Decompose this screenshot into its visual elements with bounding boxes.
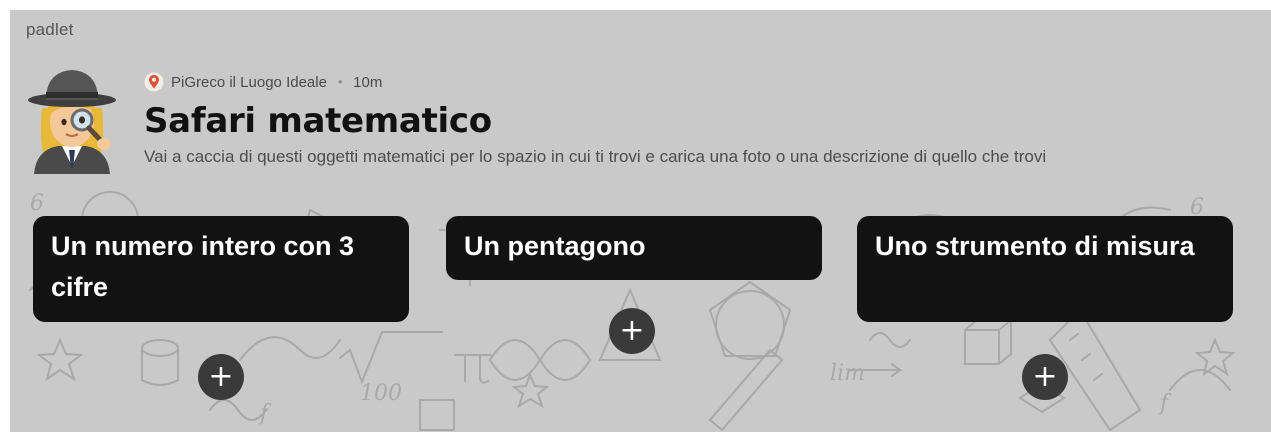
column-header-integer[interactable]: Un numero intero con 3 cifre	[33, 216, 409, 322]
location-pin-icon	[144, 72, 164, 92]
author-name[interactable]: PiGreco il Luogo Ideale	[171, 74, 327, 91]
column-header-measuring-tool[interactable]: Uno strumento di misura	[857, 216, 1233, 322]
board-wall: lim f f 6 6 100 Un numero intero con 3 c…	[10, 190, 1271, 432]
column-header-pentagon[interactable]: Un pentagono	[446, 216, 822, 280]
page-description: Vai a caccia di questi oggetti matematic…	[144, 147, 1047, 166]
svg-text:6: 6	[30, 191, 44, 216]
add-post-button-column-2[interactable]: +	[609, 308, 655, 354]
plus-icon: +	[619, 313, 645, 348]
add-post-button-column-3[interactable]: +	[1022, 354, 1068, 400]
padlet-board: padlet PiGreco il Luogo Ideale • 10m Saf…	[10, 10, 1271, 432]
svg-text:100: 100	[360, 381, 402, 406]
meta-separator: •	[337, 75, 343, 89]
post-meta: PiGreco il Luogo Ideale • 10m	[144, 72, 382, 92]
post-time: 10m	[353, 73, 383, 91]
plus-icon: +	[1032, 359, 1058, 394]
svg-text:f: f	[258, 401, 272, 426]
svg-text:f: f	[1158, 391, 1172, 416]
page-title: Safari matematico	[144, 101, 492, 141]
svg-text:lim: lim	[830, 361, 865, 386]
plus-icon: +	[208, 359, 234, 394]
detective-woman-icon	[28, 70, 116, 174]
add-post-button-column-1[interactable]: +	[198, 354, 244, 400]
padlet-logo[interactable]: padlet	[26, 20, 74, 40]
